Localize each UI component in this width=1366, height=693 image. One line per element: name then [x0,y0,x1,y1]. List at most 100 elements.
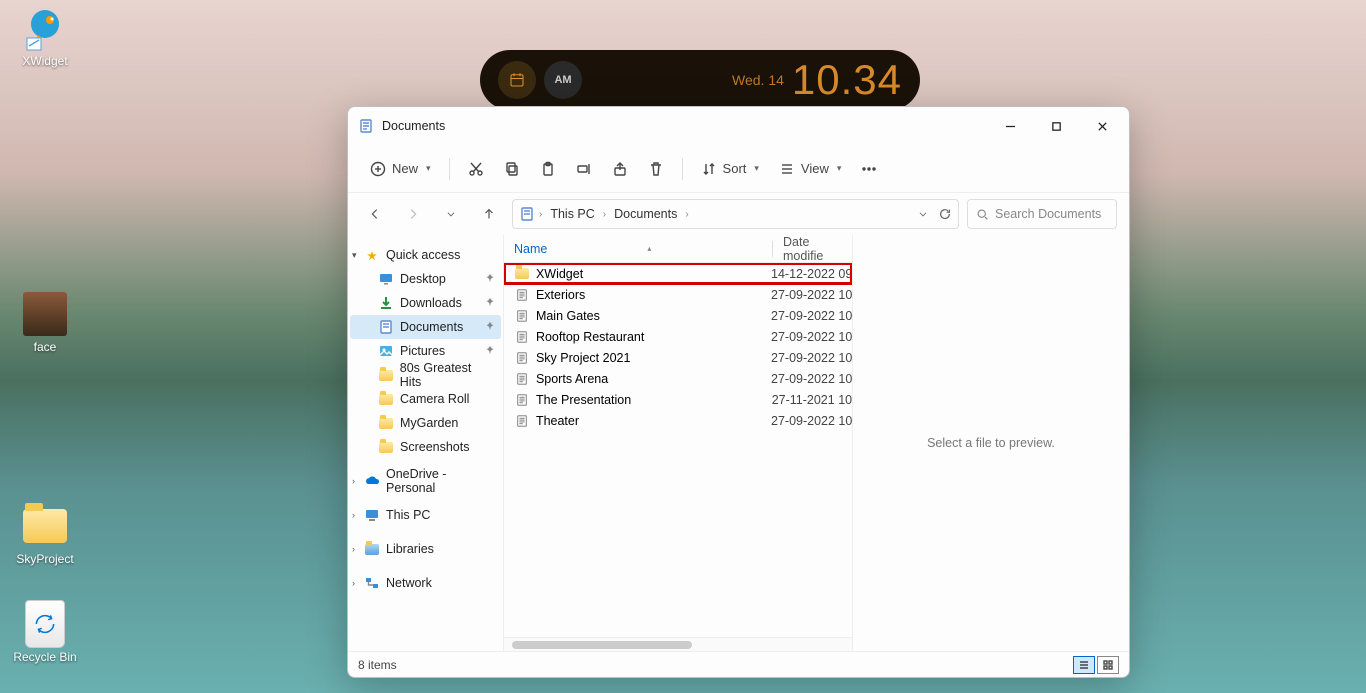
desktop-icon-label: face [6,340,84,354]
titlebar[interactable]: Documents [348,107,1129,145]
cloud-icon [364,473,380,489]
sidebar-libraries[interactable]: ›Libraries [350,537,501,561]
chevron-right-icon[interactable]: › [539,209,542,220]
sidebar-item-screenshots[interactable]: Screenshots [350,435,501,459]
file-row-the-presentation[interactable]: The Presentation27-11-2021 10 [504,389,852,410]
file-row-sports-arena[interactable]: Sports Arena27-09-2022 10 [504,368,852,389]
file-row-theater[interactable]: Theater27-09-2022 10 [504,410,852,431]
document-icon [514,350,530,366]
address-bar[interactable]: › This PC › Documents › [512,199,959,229]
chevron-right-icon[interactable]: › [603,209,606,220]
desktop-file-face[interactable]: face [6,290,84,354]
item-icon [378,415,394,431]
item-icon [378,343,394,359]
sidebar-item-pictures[interactable]: Pictures [350,339,501,363]
search-input[interactable]: Search Documents [967,199,1117,229]
rename-button[interactable] [568,153,600,185]
navbar: › This PC › Documents › Search Documents [348,193,1129,235]
nav-up[interactable] [474,199,504,229]
xwidget-app-icon [21,4,69,52]
rename-icon [576,161,592,177]
sidebar-item-80s-greatest-hits[interactable]: 80s Greatest Hits [350,363,501,387]
folder-row-xwidget[interactable]: XWidget14-12-2022 09 [504,263,852,284]
desktop-recycle-bin[interactable]: Recycle Bin [6,600,84,664]
chevron-right-icon[interactable]: › [352,578,355,588]
document-icon [514,308,530,324]
sidebar: ▾ ★ Quick access DesktopDownloadsDocumen… [348,235,503,651]
desktop-folder-skyproject[interactable]: SkyProject [6,502,84,566]
item-icon [378,319,394,335]
nav-recent[interactable] [436,199,466,229]
column-header-name[interactable]: Name▴ [514,242,772,256]
trash-icon [648,161,664,177]
clock-time: 10.34 [792,56,902,104]
chevron-down-icon: ▾ [754,163,759,174]
item-icon [378,439,394,455]
sort-indicator-icon: ▴ [647,244,651,253]
share-icon [612,161,628,177]
new-button[interactable]: New▾ [362,153,439,185]
sidebar-item-downloads[interactable]: Downloads [350,291,501,315]
nav-back[interactable] [360,199,390,229]
delete-button[interactable] [640,153,672,185]
file-row-main-gates[interactable]: Main Gates27-09-2022 10 [504,305,852,326]
item-icon [378,391,394,407]
view-details-toggle[interactable] [1073,656,1095,674]
status-item-count: 8 items [358,658,397,672]
chevron-down-icon[interactable] [918,209,928,219]
pin-icon [485,321,495,334]
desktop-shortcut-xwidget[interactable]: XWidget [6,4,84,68]
copy-button[interactable] [496,153,528,185]
refresh-icon[interactable] [938,207,952,221]
paste-button[interactable] [532,153,564,185]
breadcrumb-documents[interactable]: Documents [610,205,681,223]
file-row-rooftop-restaurant[interactable]: Rooftop Restaurant27-09-2022 10 [504,326,852,347]
calendar-icon[interactable] [498,61,536,99]
share-button[interactable] [604,153,636,185]
sidebar-thispc[interactable]: ›This PC [350,503,501,527]
chevron-right-icon[interactable]: › [352,544,355,554]
clipboard-icon [540,161,556,177]
sidebar-network[interactable]: ›Network [350,571,501,595]
clock-date: Wed. 14 [732,72,784,88]
nav-forward[interactable] [398,199,428,229]
more-button[interactable] [853,153,885,185]
column-header-date[interactable]: Date modifie [783,235,852,263]
document-icon [514,371,530,387]
sidebar-item-documents[interactable]: Documents [350,315,501,339]
chevron-right-icon[interactable]: › [352,476,355,486]
maximize-button[interactable] [1033,107,1079,145]
sidebar-item-mygarden[interactable]: MyGarden [350,411,501,435]
copy-icon [504,161,520,177]
image-thumb-icon [21,290,69,338]
chevron-down-icon[interactable]: ▾ [352,250,357,261]
clock-widget[interactable]: AM Wed. 14 10.34 [480,50,920,110]
ampm-toggle[interactable]: AM [544,61,582,99]
pin-icon [485,273,495,286]
minimize-button[interactable] [987,107,1033,145]
close-button[interactable] [1079,107,1125,145]
document-icon [514,392,530,408]
ellipsis-icon [861,161,877,177]
sidebar-item-camera-roll[interactable]: Camera Roll [350,387,501,411]
window-title: Documents [382,119,445,133]
sidebar-item-desktop[interactable]: Desktop [350,267,501,291]
view-icon [779,161,795,177]
document-icon [514,413,530,429]
view-button[interactable]: View▾ [771,153,849,185]
file-row-sky-project-2021[interactable]: Sky Project 202127-09-2022 10 [504,347,852,368]
sort-button[interactable]: Sort▾ [693,153,767,185]
recycle-bin-icon [21,600,69,648]
sidebar-onedrive[interactable]: ›OneDrive - Personal [350,469,501,493]
chevron-right-icon[interactable]: › [685,209,688,220]
folder-icon [21,502,69,550]
breadcrumb-thispc[interactable]: This PC [546,205,598,223]
cut-button[interactable] [460,153,492,185]
horizontal-scrollbar[interactable] [504,637,852,651]
file-row-exteriors[interactable]: Exteriors27-09-2022 10 [504,284,852,305]
chevron-right-icon[interactable]: › [352,510,355,520]
view-thumbnails-toggle[interactable] [1097,656,1119,674]
sidebar-quick-access[interactable]: ▾ ★ Quick access [350,243,501,267]
documents-icon [358,118,374,134]
chevron-down-icon: ▾ [426,163,431,174]
